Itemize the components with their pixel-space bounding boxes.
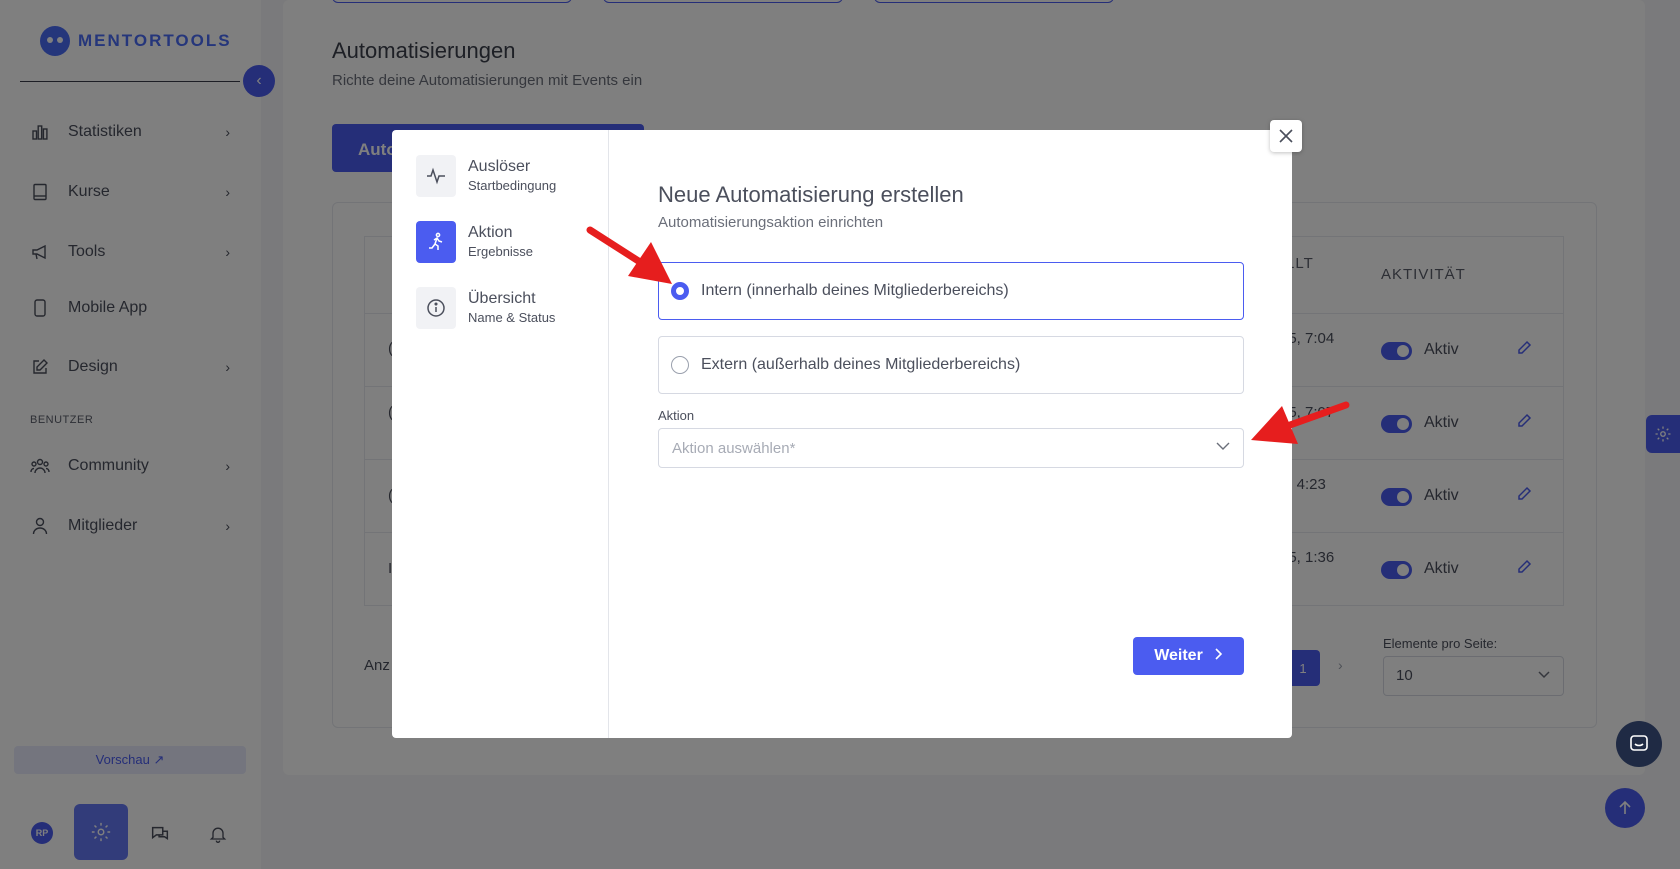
step-subtitle: Ergebnisse [468,244,534,259]
support-chat-button[interactable] [1616,721,1662,767]
action-select[interactable]: Aktion auswählen* [658,428,1244,468]
step-action[interactable]: Aktion Ergebnisse [416,220,606,264]
close-icon [1279,129,1293,143]
activity-icon [416,155,456,197]
step-trigger[interactable]: Auslöser Startbedingung [416,154,606,198]
option-extern[interactable]: Extern (außerhalb deines Mitgliederberei… [658,336,1244,394]
running-person-icon [416,221,456,263]
option-label: Intern (innerhalb deines Mitgliederberei… [701,282,1009,299]
option-label: Extern (außerhalb deines Mitgliederberei… [701,356,1021,373]
modal-title: Neue Automatisierung erstellen [658,182,964,207]
radio-button[interactable] [671,356,689,374]
step-title: Aktion [468,224,513,241]
action-field-label: Aktion [658,408,695,423]
modal-subtitle: Automatisierungsaktion einrichten [658,214,884,231]
option-intern[interactable]: Intern (innerhalb deines Mitgliederberei… [658,262,1244,320]
step-subtitle: Startbedingung [468,178,557,193]
step-overview[interactable]: Übersicht Name & Status [416,286,606,330]
chevron-right-icon [1213,647,1223,665]
step-title: Auslöser [468,158,531,175]
radio-button[interactable] [671,282,689,300]
chevron-down-icon [1215,438,1231,458]
step-title: Übersicht [468,290,536,307]
chat-icon [1630,735,1648,751]
action-select-placeholder: Aktion auswählen* [672,440,796,457]
info-icon [416,287,456,329]
close-button[interactable] [1270,120,1302,152]
next-button-label: Weiter [1154,647,1203,664]
create-automation-modal: Auslöser Startbedingung Aktion Ergebniss… [392,130,1292,738]
next-button[interactable]: Weiter [1133,637,1244,675]
wizard-steps: Auslöser Startbedingung Aktion Ergebniss… [392,130,609,738]
step-subtitle: Name & Status [468,310,556,325]
